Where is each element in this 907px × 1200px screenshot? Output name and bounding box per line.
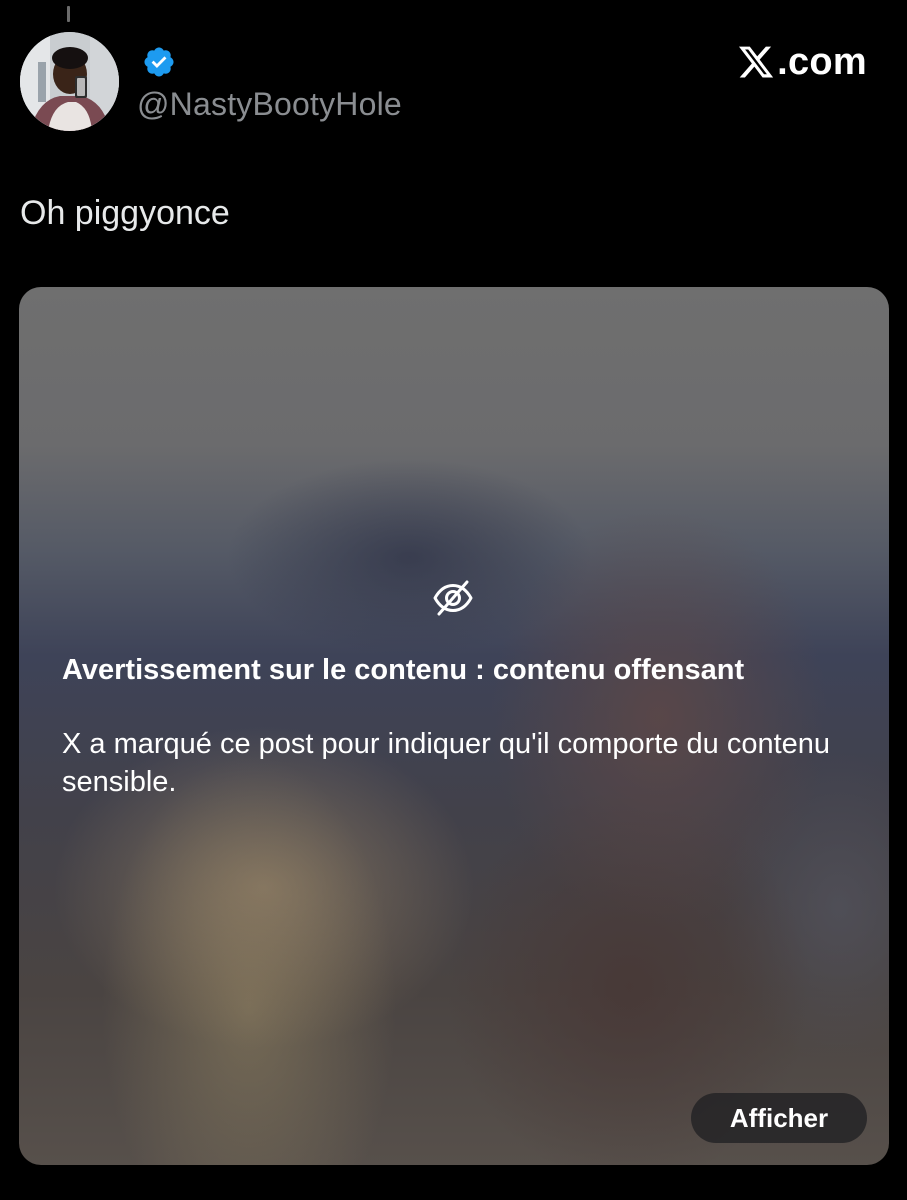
avatar[interactable]: [20, 32, 119, 131]
thread-line: [67, 6, 70, 22]
verified-badge-icon: [142, 45, 176, 79]
brand-watermark: .com: [736, 40, 867, 84]
brand-domain-text: .com: [777, 41, 867, 83]
show-media-button[interactable]: Afficher: [691, 1093, 867, 1143]
content-warning-title: Avertissement sur le contenu : contenu o…: [62, 654, 745, 686]
x-logo-icon: [736, 43, 776, 81]
post-screenshot: @NastyBootyHole .com Oh piggyonce Averti…: [0, 0, 907, 1200]
author-handle[interactable]: @NastyBootyHole: [137, 84, 402, 124]
content-warning-description: X a marqué ce post pour indiquer qu'il c…: [62, 728, 831, 798]
sensitive-media-card[interactable]: Avertissement sur le contenu : contenu o…: [19, 287, 889, 1165]
eye-slash-icon: [431, 576, 475, 620]
post-text: Oh piggyonce: [20, 194, 230, 232]
